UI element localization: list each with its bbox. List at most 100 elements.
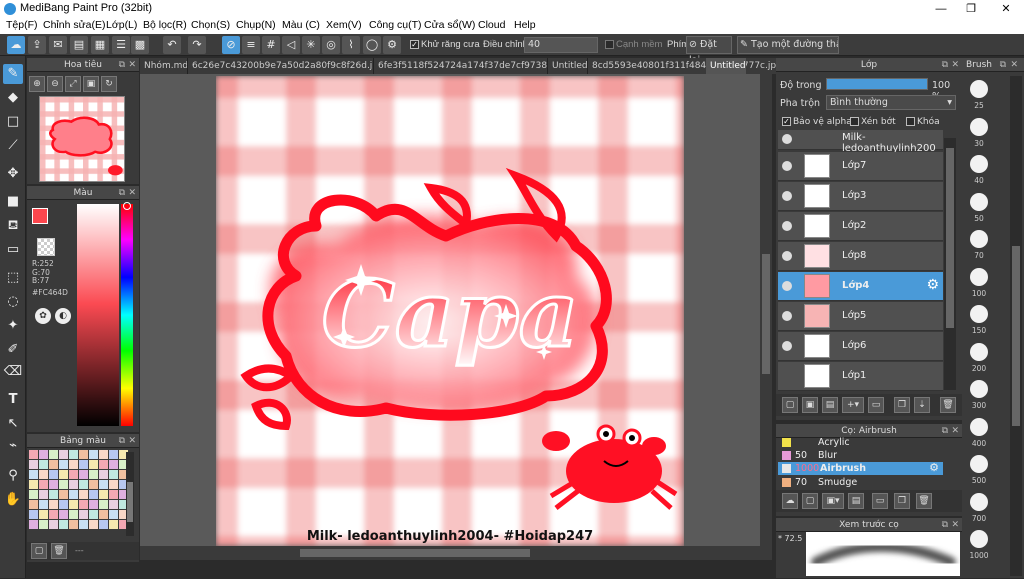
protect-alpha-toggle[interactable]: ✓ Bảo vệ alpha: [782, 117, 852, 127]
eye-icon-hidden[interactable]: [782, 371, 792, 381]
palette-swatch[interactable]: [29, 520, 38, 529]
fill-rect-tool-icon[interactable]: ■: [3, 192, 23, 212]
palette-swatch[interactable]: [99, 500, 108, 509]
lock-checkbox[interactable]: [906, 117, 915, 126]
blend-select[interactable]: Bình thường ▾: [826, 95, 956, 110]
soft-edge-toggle[interactable]: Cạnh mềm: [605, 39, 662, 50]
layer-row[interactable]: Lớp3: [778, 182, 943, 211]
palette-swatch[interactable]: [59, 450, 68, 459]
palette-swatch[interactable]: [69, 450, 78, 459]
layer-row[interactable]: Lớp5: [778, 302, 943, 331]
close-icon[interactable]: ✕: [128, 58, 136, 72]
menu-select[interactable]: Chọn(S): [191, 19, 230, 31]
palette-swatch[interactable]: [59, 520, 68, 529]
palette-swatch[interactable]: [109, 460, 118, 469]
maximize-button[interactable]: ❐: [955, 0, 987, 18]
palette-swatch[interactable]: [59, 480, 68, 489]
merge-icon[interactable]: ⇣: [914, 397, 930, 413]
palette-swatch[interactable]: [99, 480, 108, 489]
palette-swatch[interactable]: [29, 510, 38, 519]
new-color-layer-icon[interactable]: ▤: [822, 397, 838, 413]
palette-swatch[interactable]: [89, 510, 98, 519]
palette-swatch[interactable]: [79, 500, 88, 509]
close-icon[interactable]: ✕: [128, 186, 136, 200]
menu-help[interactable]: Help: [514, 19, 536, 31]
brush-size-circle[interactable]: [970, 492, 988, 511]
palette-scrollbar[interactable]: [126, 452, 134, 536]
add-layer-dropdown-icon[interactable]: +▾: [842, 397, 864, 413]
delete-brush-icon[interactable]: 🗑: [916, 493, 932, 509]
menu-file[interactable]: Tệp(F): [6, 19, 38, 31]
cross-snap-icon[interactable]: #: [262, 36, 280, 54]
palette-swatch[interactable]: [69, 500, 78, 509]
text-tool-icon[interactable]: T: [3, 390, 23, 410]
palette-swatch[interactable]: [79, 510, 88, 519]
palette-swatch[interactable]: [29, 460, 38, 469]
palette-swatch[interactable]: [89, 460, 98, 469]
palette-swatch[interactable]: [59, 500, 68, 509]
palette-swatch[interactable]: [89, 480, 98, 489]
actual-size-icon[interactable]: ▣: [83, 76, 99, 92]
eye-icon[interactable]: [782, 341, 792, 351]
palette-swatch[interactable]: [49, 480, 58, 489]
palette-swatch[interactable]: [99, 470, 108, 479]
menu-color[interactable]: Màu (C): [282, 19, 320, 31]
brush-folder-icon[interactable]: ▭: [872, 493, 888, 509]
opacity-slider[interactable]: [826, 78, 928, 90]
secondary-color-swatch[interactable]: [37, 238, 55, 256]
primary-color-swatch[interactable]: [32, 208, 48, 224]
undo-icon[interactable]: ↶: [163, 36, 181, 54]
brush-size-circle[interactable]: [970, 417, 988, 436]
no-snap-icon[interactable]: ⊘: [222, 36, 240, 54]
palette-swatch[interactable]: [39, 450, 48, 459]
palette-swatch[interactable]: [39, 500, 48, 509]
palette-swatch[interactable]: [99, 460, 108, 469]
eraser-tool-icon[interactable]: ◆: [3, 88, 23, 108]
palette-swatch[interactable]: [59, 510, 68, 519]
duplicate-icon[interactable]: ❐: [894, 397, 910, 413]
vanishing-snap-icon[interactable]: ◁: [282, 36, 300, 54]
ellipse-snap-icon[interactable]: ◯: [363, 36, 381, 54]
palette-swatch[interactable]: [29, 450, 38, 459]
brush-size-circle[interactable]: [970, 530, 988, 548]
add-brush-dropdown-icon[interactable]: ▣▾: [822, 493, 844, 509]
palette-swatch[interactable]: [89, 490, 98, 499]
cloud-brush-icon[interactable]: ☁: [782, 493, 798, 509]
palette-swatch[interactable]: [79, 520, 88, 529]
navigator-thumbnail[interactable]: [39, 96, 125, 182]
brush-item[interactable]: Acrylic: [778, 436, 943, 449]
delete-layer-icon[interactable]: 🗑: [940, 397, 956, 413]
palette-swatch[interactable]: [99, 510, 108, 519]
color-mode-icon[interactable]: ◐: [55, 308, 71, 324]
palette-swatch[interactable]: [49, 510, 58, 519]
popout-icon[interactable]: ⧉: [119, 58, 125, 72]
palette-swatch[interactable]: [89, 450, 98, 459]
palette-swatch[interactable]: [69, 460, 78, 469]
palette-swatch[interactable]: [69, 480, 78, 489]
drawing-canvas[interactable]: Capa Milk- ledoanthuylinh2004- #Hoidap24…: [216, 76, 684, 546]
brush-size-circle[interactable]: [970, 380, 988, 398]
palette-swatch[interactable]: [99, 490, 108, 499]
clip-checkbox[interactable]: [850, 117, 859, 126]
antialias-toggle[interactable]: ✓ Khử răng cưa: [410, 39, 480, 50]
palette-swatch[interactable]: [109, 480, 118, 489]
tab-1[interactable]: 6c26e7c43200b9e7a50d2a80f9c8f26d.jpg: [188, 58, 374, 74]
palette-swatch[interactable]: [109, 490, 118, 499]
straight-line-button[interactable]: ✎ Tạo một đường thẳng: [737, 36, 839, 54]
cloud-save-icon[interactable]: ☁: [7, 36, 25, 54]
new-palette-icon[interactable]: ▢: [31, 543, 47, 559]
palette-swatch[interactable]: [39, 470, 48, 479]
parallel-snap-icon[interactable]: ≡: [242, 36, 260, 54]
new-brush-icon[interactable]: ▢: [802, 493, 818, 509]
palette-swatch[interactable]: [79, 450, 88, 459]
tab-2[interactable]: 6fe3f5118f524724a174f37de7cf9738.jpg: [374, 58, 548, 74]
menu-window[interactable]: Cửa sổ(W): [424, 19, 475, 31]
eye-icon[interactable]: [782, 251, 792, 261]
new-layer-icon[interactable]: ▢: [782, 397, 798, 413]
layer-row[interactable]: Lớp2: [778, 212, 943, 241]
document-icon[interactable]: ▤: [70, 36, 88, 54]
curve-snap-icon[interactable]: ⌇: [342, 36, 360, 54]
palette-swatch[interactable]: [69, 470, 78, 479]
layer-row[interactable]: Lớp1: [778, 362, 943, 391]
brush-size-circle[interactable]: [970, 117, 988, 136]
